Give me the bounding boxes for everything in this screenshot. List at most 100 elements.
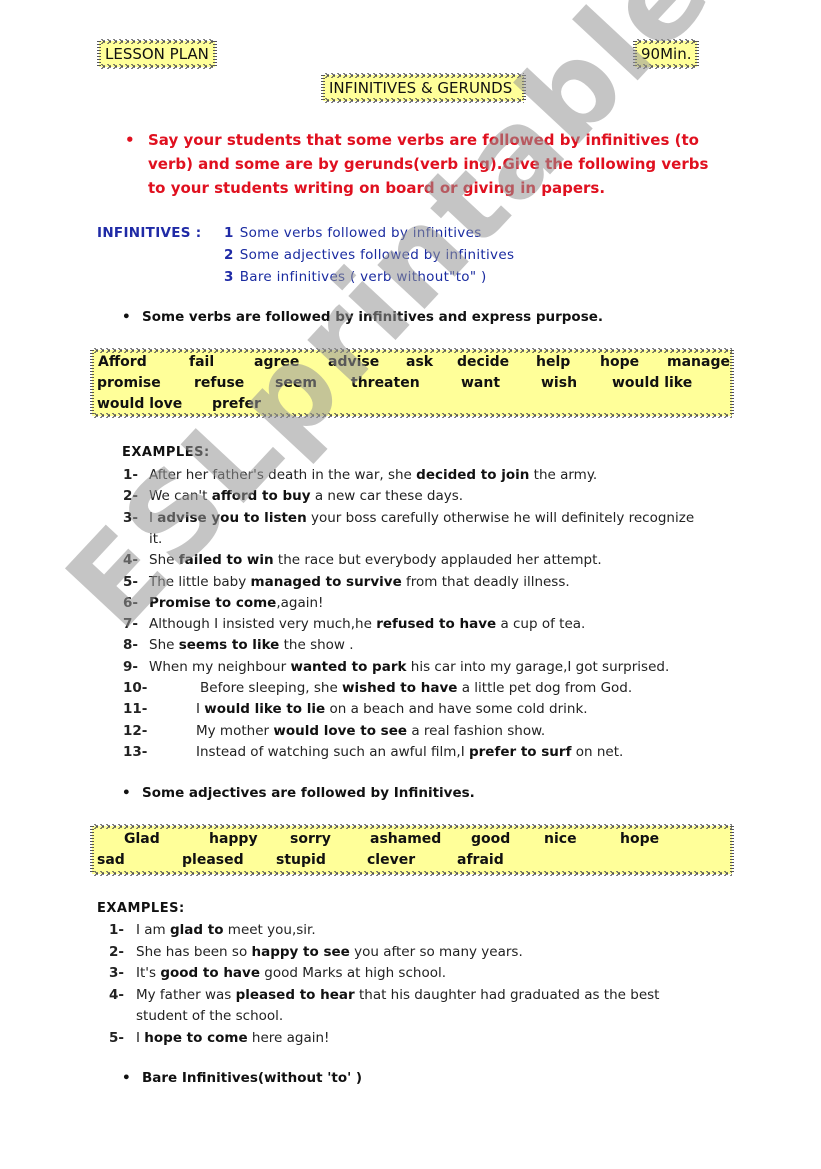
example-number: 1- [123, 467, 138, 483]
example-text: My father was [136, 986, 236, 1003]
example-number: 6- [123, 594, 138, 611]
example-number: 5- [123, 573, 138, 590]
example-highlight: seems to like [178, 637, 280, 654]
item-text: Bare infinitives ( verb without"to" ) [239, 269, 487, 285]
example-text: the race but everybody applauded her att… [273, 552, 602, 569]
example-number: 4- [123, 552, 138, 569]
example-row: 6- Promise to come,again! [123, 593, 323, 613]
bullet-icon: • [122, 785, 131, 801]
example-highlight: wanted to park [290, 658, 407, 675]
word: afraid [457, 852, 504, 868]
example-number: 2- [123, 488, 138, 505]
word: sad [97, 852, 125, 868]
example-text: After her father's death in the war, she [149, 467, 417, 483]
bullet-icon: • [125, 131, 135, 149]
word: seem [275, 375, 317, 391]
example-text: a cup of tea. [496, 616, 586, 633]
example-row: 13- Instead of watching such an awful fil… [123, 742, 623, 762]
example-highlight: advise you to listen [157, 509, 307, 526]
example-text: from that deadly illness. [401, 573, 570, 590]
example-row: 1- After her father's death in the war, s… [123, 465, 597, 485]
word: sorry [290, 831, 331, 847]
example-text: a new car these days. [310, 488, 464, 505]
example-row: 2- She has been so happy to see you after… [109, 942, 523, 962]
example-highlight: prefer to surf [468, 743, 572, 760]
word: ask [406, 354, 434, 370]
example-text: It's [136, 965, 161, 981]
example-number: 5- [109, 1029, 124, 1046]
duration-tag: 90Min. [633, 39, 700, 67]
example-highlight: glad to [170, 922, 224, 938]
example-highlight: happy to see [251, 943, 350, 960]
example-text: She [149, 637, 179, 654]
item-number: 1 [224, 225, 234, 241]
lesson-plan-tag: LESSON PLAN [97, 39, 217, 67]
word: promise [97, 375, 161, 391]
word: would like [612, 375, 693, 391]
word: fail [189, 354, 215, 370]
example-row: 10- Before sleeping, she wished to have a… [123, 678, 632, 698]
worksheet-page: LESSON PLAN 90Min. INFINITIVES & GERUNDS… [0, 0, 821, 1169]
example-row: 1- I am glad to meet you,sir. [109, 920, 316, 940]
example-row: 4- She failed to win the race but everybo… [123, 550, 602, 570]
word: nice [544, 831, 577, 847]
example-text: that his daughter had graduated as the b… [354, 986, 660, 1003]
verbs-word-box: Afford fail agree advise ask decide help… [90, 348, 734, 416]
word: would love [97, 396, 183, 412]
example-text: the show . [279, 637, 354, 654]
example-row: it. [123, 529, 162, 549]
example-text: She [149, 552, 179, 569]
example-highlight: managed to survive [250, 573, 402, 590]
example-text: on a beach and have some cold drink. [325, 701, 588, 718]
example-text: When my neighbour [149, 658, 291, 675]
word: clever [367, 852, 416, 868]
word: decide [457, 354, 510, 370]
example-row: 12- My mother would love to see a real fa… [123, 721, 545, 741]
example-row: 5- I hope to come here again! [109, 1028, 329, 1048]
word: good [471, 831, 511, 847]
word: hope [600, 354, 640, 370]
word: agree [254, 354, 300, 370]
example-highlight: afford to buy [211, 488, 311, 505]
example-text: you after so many years. [349, 943, 523, 960]
word: hope [620, 831, 660, 847]
example-row: 8- She seems to like the show . [123, 635, 354, 655]
example-text: student of the school. [136, 1008, 284, 1024]
overview-item: 1 Some verbs followed by infinitives [224, 222, 482, 244]
example-text: it. [149, 530, 163, 547]
example-row: 3- It's good to have good Marks at high s… [109, 963, 446, 983]
item-number: 2 [224, 247, 234, 263]
word: advise [328, 354, 380, 370]
example-text: here again! [247, 1029, 330, 1046]
example-highlight: good to have [160, 965, 260, 981]
bullet-icon: • [122, 1070, 131, 1086]
item-number: 3 [224, 269, 234, 285]
overview-item: 2 Some adjectives followed by infinitives [224, 244, 514, 266]
example-number: 13- [123, 743, 148, 760]
lesson-plan-label: LESSON PLAN [105, 45, 209, 63]
example-text: The little baby [149, 573, 251, 590]
item-text: Some verbs followed by infinitives [239, 225, 482, 241]
example-number: 9- [123, 658, 138, 675]
example-text: meet you,sir. [223, 922, 316, 938]
word: pleased [182, 852, 244, 868]
title-tag: INFINITIVES & GERUNDS [321, 73, 527, 101]
example-row: 5- The little baby managed to survive fro… [123, 572, 570, 592]
overview-item: 3 Bare infinitives ( verb without"to" ) [224, 266, 487, 288]
infinitives-label: INFINITIVES : [97, 225, 202, 241]
example-number: 2- [109, 943, 124, 960]
example-row: 7- Although I insisted very much,he refus… [123, 614, 585, 634]
example-highlight: pleased to hear [235, 986, 355, 1003]
word: want [461, 375, 501, 391]
word: threaten [351, 375, 420, 391]
example-number: 8- [123, 637, 138, 654]
item-text: Some adjectives followed by infinitives [239, 247, 515, 263]
example-row: 2- We can't afford to buy a new car these… [123, 486, 463, 506]
example-number: 3- [109, 965, 124, 981]
word: Afford [98, 354, 147, 370]
example-row: 9- When my neighbour wanted to park his c… [123, 657, 669, 677]
word: refuse [194, 375, 245, 391]
word: prefer [212, 396, 261, 412]
example-text: the army. [529, 467, 598, 483]
example-text: I am [136, 922, 170, 938]
